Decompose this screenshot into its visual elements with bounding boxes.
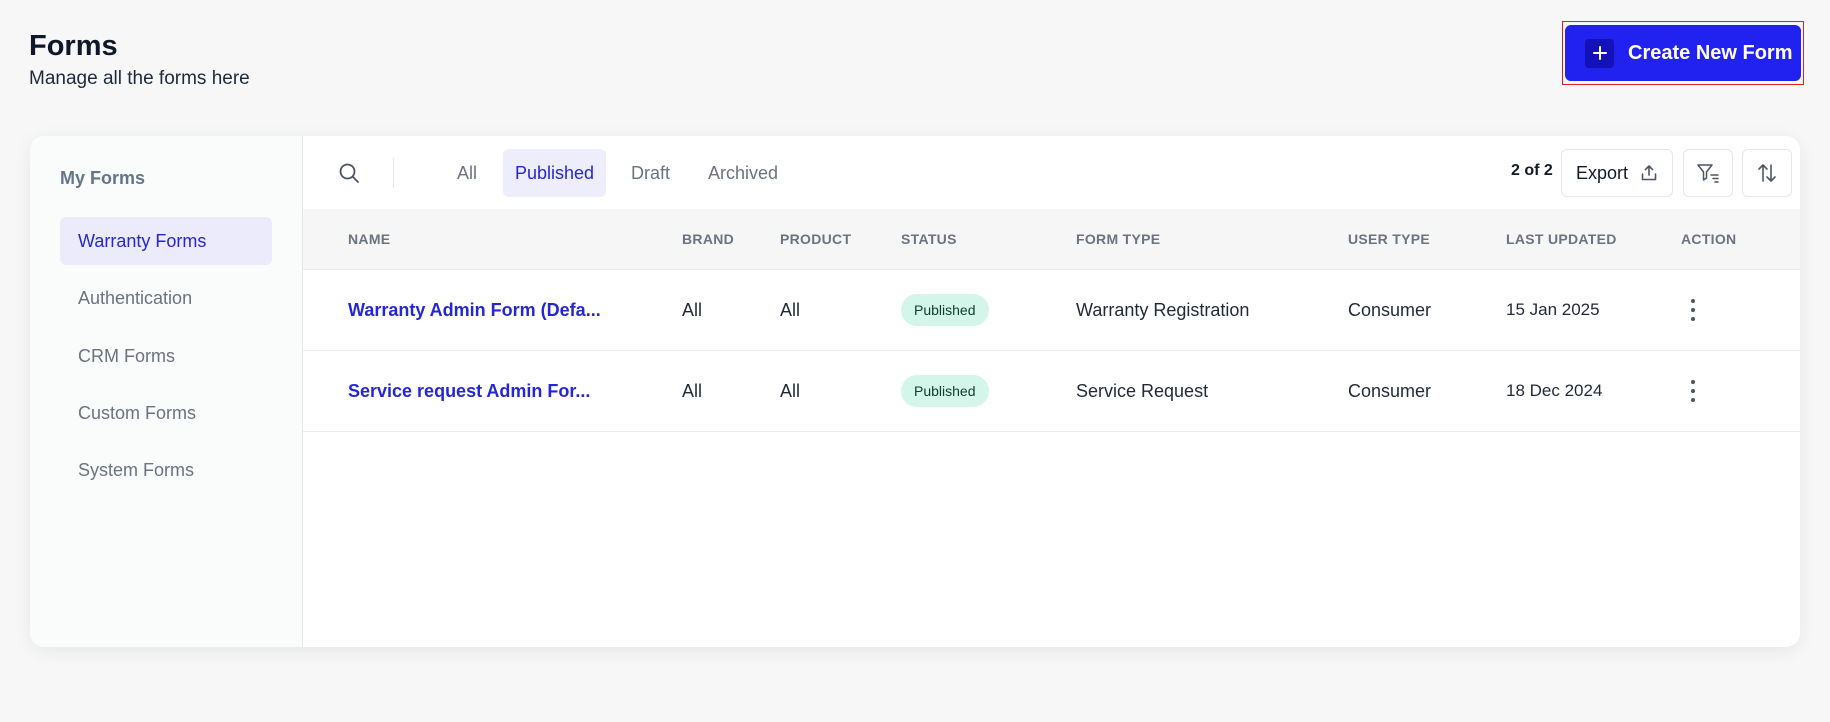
plus-icon xyxy=(1585,38,1614,68)
column-header-user-type[interactable]: USER TYPE xyxy=(1348,231,1430,247)
status-badge: Published xyxy=(901,294,989,326)
cell-brand: All xyxy=(682,381,703,401)
sidebar-item-label: Warranty Forms xyxy=(78,230,207,251)
table-row: Service request Admin For... All All Pub… xyxy=(303,351,1800,432)
sidebar-title: My Forms xyxy=(60,168,146,188)
cell-brand: All xyxy=(682,300,703,320)
kebab-menu-icon[interactable] xyxy=(1683,379,1703,403)
form-name-link[interactable]: Service request Admin For... xyxy=(348,381,590,402)
filter-button[interactable] xyxy=(1683,149,1733,197)
page-header: Forms Manage all the forms here xyxy=(29,28,250,90)
column-header-product[interactable]: PRODUCT xyxy=(780,231,851,247)
sidebar-item-authentication[interactable]: Authentication xyxy=(60,274,272,322)
status-badge: Published xyxy=(901,375,989,407)
create-new-form-button[interactable]: Create New Form xyxy=(1565,25,1801,81)
cell-form-type: Warranty Registration xyxy=(1076,300,1250,320)
toolbar: All Published Draft Archived 2 of 2 Expo… xyxy=(303,136,1800,209)
sidebar-item-label: System Forms xyxy=(78,459,195,480)
cell-form-type: Service Request xyxy=(1076,381,1209,401)
filter-icon xyxy=(1697,164,1719,183)
tab-draft[interactable]: Draft xyxy=(631,149,670,197)
sort-button[interactable] xyxy=(1742,149,1792,197)
export-label: Export xyxy=(1576,162,1629,183)
kebab-menu-icon[interactable] xyxy=(1683,298,1703,322)
cell-user-type: Consumer xyxy=(1348,300,1432,320)
cell-last-updated: 18 Dec 2024 xyxy=(1506,381,1603,400)
cell-product: All xyxy=(780,381,801,401)
page-title: Forms xyxy=(29,30,118,62)
cell-product: All xyxy=(780,300,801,320)
sidebar-item-custom-forms[interactable]: Custom Forms xyxy=(60,389,272,437)
sidebar-item-label: Authentication xyxy=(78,287,193,308)
search-icon[interactable] xyxy=(338,162,360,189)
tab-published[interactable]: Published xyxy=(503,149,607,197)
export-icon xyxy=(1641,165,1657,181)
sidebar-item-warranty-forms[interactable]: Warranty Forms xyxy=(60,217,272,265)
form-name-link[interactable]: Warranty Admin Form (Defa... xyxy=(348,300,601,321)
main-panel: All Published Draft Archived 2 of 2 Expo… xyxy=(303,136,1800,647)
cell-last-updated: 15 Jan 2025 xyxy=(1506,300,1600,319)
table-header: NAME BRAND PRODUCT STATUS FORM TYPE USER… xyxy=(303,209,1800,270)
page-subtitle: Manage all the forms here xyxy=(29,68,250,89)
sidebar: My Forms Warranty Forms Authentication C… xyxy=(30,136,303,647)
forms-card: My Forms Warranty Forms Authentication C… xyxy=(30,136,1800,647)
column-header-name[interactable]: NAME xyxy=(348,231,390,247)
tab-archived[interactable]: Archived xyxy=(708,149,778,197)
sidebar-item-system-forms[interactable]: System Forms xyxy=(60,446,272,494)
column-header-status[interactable]: STATUS xyxy=(901,231,957,247)
toolbar-divider xyxy=(393,158,394,188)
table-row: Warranty Admin Form (Defa... All All Pub… xyxy=(303,270,1800,351)
tab-all[interactable]: All xyxy=(457,149,477,197)
column-header-last-updated[interactable]: LAST UPDATED xyxy=(1506,231,1617,247)
sort-icon xyxy=(1758,164,1776,182)
column-header-brand[interactable]: BRAND xyxy=(682,231,734,247)
cell-user-type: Consumer xyxy=(1348,381,1432,401)
create-new-form-label: Create New Form xyxy=(1628,41,1793,64)
column-header-form-type[interactable]: FORM TYPE xyxy=(1076,231,1160,247)
result-count: 2 of 2 xyxy=(1511,162,1553,179)
column-header-action: ACTION xyxy=(1681,231,1737,247)
export-button[interactable]: Export xyxy=(1561,149,1673,197)
sidebar-item-label: CRM Forms xyxy=(78,345,175,366)
sidebar-item-label: Custom Forms xyxy=(78,402,197,423)
sidebar-item-crm-forms[interactable]: CRM Forms xyxy=(60,332,272,380)
